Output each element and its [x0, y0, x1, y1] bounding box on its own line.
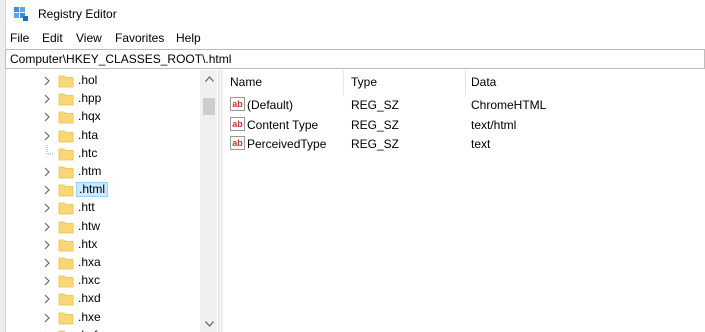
- tree-item[interactable]: .hxc: [6, 272, 206, 290]
- tree-item[interactable]: .hxe: [6, 309, 206, 327]
- tree-item-label: .htt: [78, 200, 95, 214]
- string-value-icon: ab: [230, 97, 245, 111]
- svg-text:ab: ab: [232, 138, 243, 148]
- value-name: Content Type: [247, 117, 319, 132]
- menu-help[interactable]: Help: [176, 31, 201, 45]
- tree-item-label: .hxc: [78, 273, 101, 287]
- tree-item[interactable]: .hxd: [6, 290, 206, 308]
- tree-item[interactable]: .htw: [6, 218, 206, 236]
- chevron-right-icon[interactable]: [42, 293, 52, 305]
- chevron-right-icon[interactable]: [42, 239, 52, 251]
- address-path: Computer\HKEY_CLASSES_ROOT\.html: [10, 52, 232, 66]
- string-value-icon: ab: [230, 116, 245, 131]
- value-row[interactable]: ab PerceivedType REG_SZ text: [224, 134, 705, 153]
- values-list: Name Type Data ab (Default) REG_SZ ChromeHT…: [224, 70, 705, 332]
- folder-icon: [58, 274, 74, 288]
- folder-icon: [58, 147, 74, 161]
- folder-icon: [58, 311, 74, 325]
- tree-item[interactable]: .hpp: [6, 90, 206, 108]
- chevron-right-icon[interactable]: [42, 257, 52, 269]
- tree-item[interactable]: .hxa: [6, 254, 206, 272]
- menu-favorites[interactable]: Favorites: [115, 31, 164, 45]
- tree-item-label: .html: [76, 182, 109, 197]
- tree-item-label: .htm: [78, 164, 102, 178]
- chevron-right-icon[interactable]: [42, 221, 52, 233]
- column-header-name[interactable]: Name: [230, 70, 262, 95]
- value-name: (Default): [247, 98, 294, 112]
- chevron-right-icon[interactable]: [42, 184, 52, 196]
- tree-item-label: .htw: [78, 219, 101, 233]
- scroll-down-icon[interactable]: [201, 315, 218, 332]
- tree-item-label: .htx: [78, 237, 98, 251]
- chevron-right-icon[interactable]: [42, 111, 52, 123]
- menu-view[interactable]: View: [76, 31, 102, 45]
- key-tree: .hol .hpp .hqx .hta .htc .htm .html .htt .htw .ht…: [6, 70, 218, 332]
- tree-item[interactable]: .hol: [6, 72, 206, 90]
- tree-line-icon: [44, 145, 54, 163]
- tree-item-label: .hol: [78, 73, 98, 87]
- folder-icon: [58, 129, 74, 143]
- value-data: ChromeHTML: [471, 98, 547, 112]
- string-value-icon: ab: [230, 136, 245, 150]
- folder-icon: [58, 220, 74, 234]
- title-bar[interactable]: Registry Editor: [6, 0, 705, 28]
- chevron-right-icon[interactable]: [42, 130, 52, 142]
- address-bar[interactable]: Computer\HKEY_CLASSES_ROOT\.html: [5, 49, 705, 69]
- svg-text:ab: ab: [232, 119, 243, 129]
- value-row[interactable]: ab Content Type REG_SZ text/html: [224, 115, 705, 134]
- window-title: Registry Editor: [38, 7, 117, 21]
- chevron-right-icon[interactable]: [42, 166, 52, 178]
- tree-item-label: .hxe: [78, 310, 101, 324]
- folder-icon: [58, 165, 74, 179]
- folder-icon: [58, 74, 74, 88]
- chevron-right-icon[interactable]: [42, 93, 52, 105]
- column-header-data[interactable]: Data: [471, 70, 496, 95]
- folder-icon: [58, 201, 74, 215]
- tree-item[interactable]: .hxf: [6, 327, 206, 332]
- menu-edit[interactable]: Edit: [42, 31, 63, 45]
- chevron-right-icon[interactable]: [42, 75, 52, 87]
- folder-icon: [58, 183, 74, 197]
- scroll-up-icon[interactable]: [201, 70, 218, 87]
- tree-item-label: .htc: [78, 146, 98, 160]
- value-name: PerceivedType: [247, 137, 327, 151]
- tree-item-label: .hxa: [78, 255, 101, 269]
- registry-editor-icon: [13, 6, 29, 22]
- tree-item[interactable]: .htx: [6, 236, 206, 254]
- value-data: text: [471, 137, 491, 151]
- value-type: REG_SZ: [351, 137, 400, 151]
- menu-bar: File Edit View Favorites Help: [6, 28, 705, 48]
- chevron-right-icon[interactable]: [42, 312, 52, 324]
- folder-icon: [58, 110, 74, 124]
- tree-item-label: .hqx: [78, 109, 101, 123]
- tree-item-label: .hta: [78, 128, 99, 142]
- value-row[interactable]: ab (Default) REG_SZ ChromeHTML: [224, 95, 705, 114]
- tree-item[interactable]: .htm: [6, 163, 206, 181]
- column-separator[interactable]: [343, 70, 344, 95]
- chevron-right-icon[interactable]: [42, 275, 52, 287]
- tree-item[interactable]: .htt: [6, 199, 206, 217]
- tree-item[interactable]: .html: [6, 181, 206, 199]
- value-data: text/html: [471, 117, 517, 132]
- value-type: REG_SZ: [351, 117, 400, 132]
- chevron-right-icon[interactable]: [42, 202, 52, 214]
- folder-icon: [58, 292, 74, 306]
- column-separator[interactable]: [465, 70, 466, 95]
- tree-item[interactable]: .htc: [6, 145, 206, 163]
- tree-scrollbar[interactable]: [200, 70, 217, 332]
- tree-item[interactable]: .hta: [6, 127, 206, 145]
- pane-splitter[interactable]: [218, 70, 223, 332]
- svg-text:ab: ab: [232, 99, 243, 109]
- value-type: REG_SZ: [351, 98, 400, 112]
- folder-icon: [58, 92, 74, 106]
- column-header-type[interactable]: Type: [351, 70, 377, 95]
- tree-item-label: .hpp: [78, 91, 102, 105]
- scroll-thumb[interactable]: [203, 98, 215, 115]
- folder-icon: [58, 256, 74, 270]
- tree-item[interactable]: .hqx: [6, 108, 206, 126]
- folder-icon: [58, 238, 74, 252]
- menu-file[interactable]: File: [10, 31, 29, 45]
- tree-item-label: .hxd: [78, 291, 101, 305]
